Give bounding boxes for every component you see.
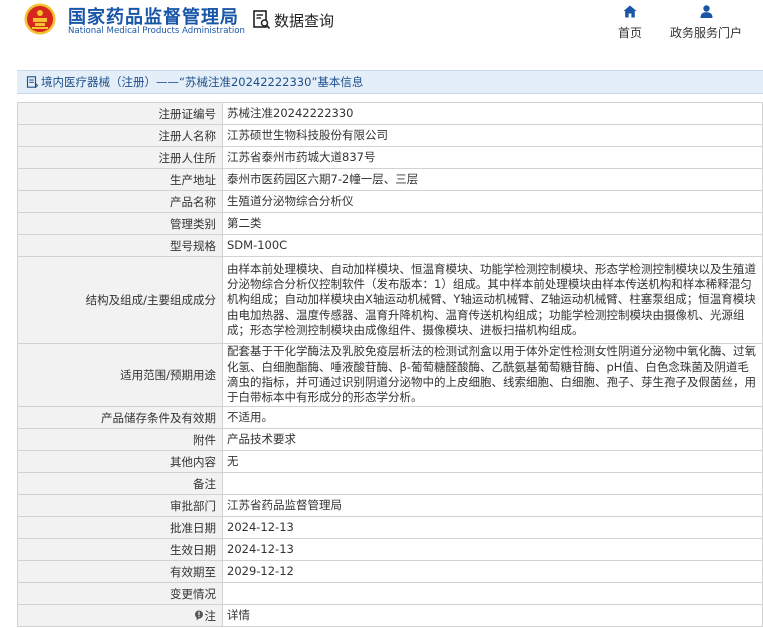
document-search-icon bbox=[253, 10, 271, 30]
table-row: 附件 产品技术要求 bbox=[17, 428, 763, 451]
field-label: 产品名称 bbox=[17, 190, 223, 213]
field-label: 管理类别 bbox=[17, 212, 223, 235]
user-icon bbox=[700, 5, 712, 18]
field-value: 泰州市医药园区六期7-2幢一层、三层 bbox=[222, 168, 763, 191]
details-link[interactable]: 详情 bbox=[222, 604, 763, 627]
table-row: 管理类别 第二类 bbox=[17, 212, 763, 235]
registration-info-table: 注册证编号 苏械注准20242222330 注册人名称 江苏硕世生物科技股份有限… bbox=[17, 102, 763, 627]
breadcrumb-text: 境内医疗器械（注册）——“苏械注准20242222330”基本信息 bbox=[41, 75, 364, 89]
info-bubble-icon bbox=[194, 610, 203, 620]
note-label: 注 bbox=[204, 608, 217, 623]
section-title: 数据查询 bbox=[274, 11, 335, 30]
table-row: 注 详情 bbox=[17, 604, 763, 627]
field-label: 审批部门 bbox=[17, 494, 223, 517]
field-label: 附件 bbox=[17, 428, 223, 451]
table-row: 注册人住所 江苏省泰州市药城大道837号 bbox=[17, 146, 763, 169]
table-row: 型号规格 SDM-100C bbox=[17, 234, 763, 257]
field-label: 适用范围/预期用途 bbox=[17, 343, 223, 407]
field-label: 生效日期 bbox=[17, 538, 223, 561]
field-label: 注册人住所 bbox=[17, 146, 223, 169]
table-row: 产品储存条件及有效期 不适用。 bbox=[17, 406, 763, 429]
table-row: 适用范围/预期用途 配套基于干化学酶法及乳胶免疫层析法的检测试剂盒以用于体外定性… bbox=[17, 343, 763, 407]
table-row: 其他内容 无 bbox=[17, 450, 763, 473]
field-value: 2024-12-13 bbox=[222, 538, 763, 561]
table-row: 注册证编号 苏械注准20242222330 bbox=[17, 102, 763, 125]
field-label: 型号规格 bbox=[17, 234, 223, 257]
field-value: SDM-100C bbox=[222, 234, 763, 257]
field-label: 注册证编号 bbox=[17, 102, 223, 125]
field-value: 生殖道分泌物综合分析仪 bbox=[222, 190, 763, 213]
table-row: 产品名称 生殖道分泌物综合分析仪 bbox=[17, 190, 763, 213]
breadcrumb: 境内医疗器械（注册）——“苏械注准20242222330”基本信息 bbox=[17, 70, 763, 94]
document-icon bbox=[26, 76, 38, 88]
field-value: 2029-12-12 bbox=[222, 560, 763, 583]
brand-subtitle: National Medical Products Administration bbox=[68, 26, 245, 36]
field-label: 变更情况 bbox=[17, 582, 223, 605]
nav-home-label: 首页 bbox=[617, 26, 642, 40]
field-value: 苏械注准20242222330 bbox=[222, 102, 763, 125]
table-row: 结构及组成/主要组成成分 由样本前处理模块、自动加样模块、恒温育模块、功能学检测… bbox=[17, 256, 763, 344]
site-header: 国家药品监督管理局 National Medical Products Admi… bbox=[0, 0, 763, 48]
table-row: 批准日期 2024-12-13 bbox=[17, 516, 763, 539]
table-row: 生效日期 2024-12-13 bbox=[17, 538, 763, 561]
table-row: 审批部门 江苏省药品监督管理局 bbox=[17, 494, 763, 517]
field-label: 结构及组成/主要组成成分 bbox=[17, 256, 223, 344]
field-label: 有效期至 bbox=[17, 560, 223, 583]
field-value: 由样本前处理模块、自动加样模块、恒温育模块、功能学检测控制模块、形态学检测控制模… bbox=[222, 256, 763, 344]
field-value: 江苏省药品监督管理局 bbox=[222, 494, 763, 517]
nav-service-portal[interactable]: 政务服务门户 bbox=[664, 5, 748, 41]
table-row: 变更情况 bbox=[17, 582, 763, 605]
nav-home[interactable]: 首页 bbox=[613, 5, 647, 41]
field-value: 江苏硕世生物科技股份有限公司 bbox=[222, 124, 763, 147]
field-value bbox=[222, 582, 763, 605]
field-label: 注册人名称 bbox=[17, 124, 223, 147]
field-value: 江苏省泰州市药城大道837号 bbox=[222, 146, 763, 169]
table-row: 有效期至 2029-12-12 bbox=[17, 560, 763, 583]
home-icon bbox=[623, 5, 637, 18]
table-row: 备注 bbox=[17, 472, 763, 495]
field-value: 产品技术要求 bbox=[222, 428, 763, 451]
field-value bbox=[222, 472, 763, 495]
table-row: 注册人名称 江苏硕世生物科技股份有限公司 bbox=[17, 124, 763, 147]
field-value: 2024-12-13 bbox=[222, 516, 763, 539]
data-query-section[interactable]: 数据查询 bbox=[253, 9, 334, 31]
field-value: 不适用。 bbox=[222, 406, 763, 429]
field-label: 其他内容 bbox=[17, 450, 223, 473]
field-value: 第二类 bbox=[222, 212, 763, 235]
table-row: 生产地址 泰州市医药园区六期7-2幢一层、三层 bbox=[17, 168, 763, 191]
field-label: 注 bbox=[17, 604, 223, 627]
field-label: 生产地址 bbox=[17, 168, 223, 191]
national-emblem-icon bbox=[24, 3, 56, 35]
field-value: 配套基于干化学酶法及乳胶免疫层析法的检测试剂盒以用于体外定性检测女性阴道分泌物中… bbox=[222, 343, 763, 407]
field-label: 批准日期 bbox=[17, 516, 223, 539]
field-label: 备注 bbox=[17, 472, 223, 495]
nav-portal-label: 政务服务门户 bbox=[669, 26, 742, 40]
field-label: 产品储存条件及有效期 bbox=[17, 406, 223, 429]
field-value: 无 bbox=[222, 450, 763, 473]
